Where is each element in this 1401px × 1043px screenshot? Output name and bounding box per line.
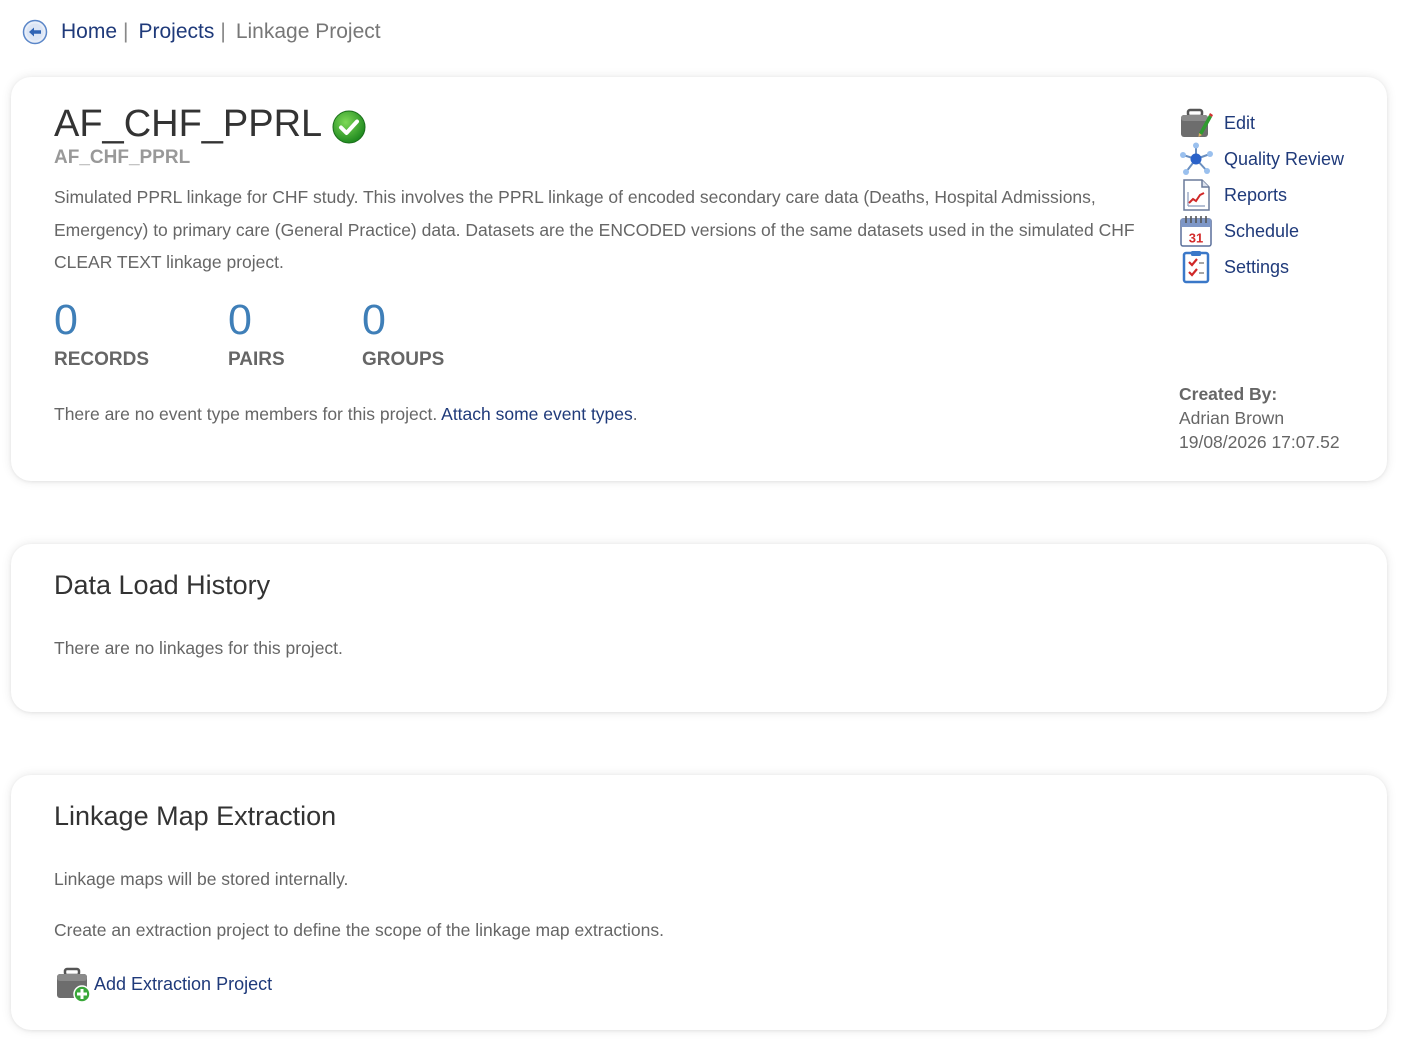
event-types-period: . <box>632 404 638 424</box>
reports-action[interactable]: Reports <box>1179 177 1344 213</box>
project-summary-panel: AF_CHF_PPRL AF_CHF_PPRL Simulated PPRL l… <box>11 77 1387 481</box>
create-extraction-message: Create an extraction project to define t… <box>54 920 664 940</box>
breadcrumb: Home | Projects | Linkage Project <box>22 17 381 47</box>
stat-groups-value: 0 <box>362 296 386 344</box>
breadcrumb-projects-link[interactable]: Projects <box>139 20 215 44</box>
briefcase-edit-icon <box>1181 108 1213 137</box>
stat-records-label: RECORDS <box>54 349 150 370</box>
stat-pairs: 0 PAIRS <box>228 295 362 371</box>
svg-text:31: 31 <box>1189 231 1203 246</box>
stat-records-value: 0 <box>54 296 78 344</box>
settings-action[interactable]: Settings <box>1179 249 1344 285</box>
no-linkages-message: There are no linkages for this project. <box>54 638 343 658</box>
edit-label: Edit <box>1224 112 1256 133</box>
add-extraction-project-label: Add Extraction Project <box>94 973 273 994</box>
briefcase-add-icon <box>57 967 91 1003</box>
checklist-icon <box>1182 251 1210 284</box>
data-load-history-panel: Data Load History There are no linkages … <box>11 544 1387 712</box>
data-load-history-title: Data Load History <box>54 570 271 600</box>
stat-pairs-label: PAIRS <box>228 349 285 370</box>
add-extraction-project-button[interactable]: Add Extraction Project <box>54 965 272 1003</box>
created-by-info: Created By: Adrian Brown 19/08/2026 17:0… <box>1179 382 1340 454</box>
report-chart-icon <box>1183 179 1210 211</box>
schedule-action[interactable]: 31 Schedule <box>1179 213 1344 249</box>
breadcrumb-home-link[interactable]: Home <box>61 20 117 44</box>
stat-pairs-value: 0 <box>228 296 252 344</box>
breadcrumb-separator: | <box>220 20 226 43</box>
check-circle-icon <box>332 110 366 143</box>
network-nodes-icon <box>1180 142 1213 175</box>
project-title: AF_CHF_PPRL <box>54 103 366 146</box>
linkage-map-extraction-title: Linkage Map Extraction <box>54 801 337 831</box>
settings-label: Settings <box>1224 256 1290 277</box>
linkage-map-extraction-panel: Linkage Map Extraction Linkage maps will… <box>11 775 1387 1030</box>
quality-review-action[interactable]: Quality Review <box>1179 141 1344 177</box>
stat-groups-label: GROUPS <box>362 349 445 370</box>
attach-event-types-link[interactable]: Attach some event types <box>441 404 633 424</box>
created-by-name: Adrian Brown <box>1179 408 1285 428</box>
project-description: Simulated PPRL linkage for CHF study. Th… <box>54 187 1135 272</box>
breadcrumb-separator: | <box>123 20 129 43</box>
calendar-icon: 31 <box>1180 216 1212 247</box>
event-types-text: There are no event type members for this… <box>54 404 442 424</box>
reports-label: Reports <box>1224 184 1288 205</box>
event-types-message: There are no event type members for this… <box>54 404 638 425</box>
project-actions-menu: Edit Quality Review Reports 31 Schedule … <box>1179 105 1344 285</box>
created-by-label: Created By: <box>1179 384 1278 404</box>
breadcrumb-current: Linkage Project <box>235 20 381 43</box>
project-title-text: AF_CHF_PPRL <box>54 103 323 145</box>
project-code: AF_CHF_PPRL <box>54 147 191 168</box>
created-timestamp: 19/08/2026 17:07.52 <box>1179 432 1340 452</box>
project-stats: 0 RECORDS 0 PAIRS 0 GROUPS <box>54 295 444 371</box>
edit-action[interactable]: Edit <box>1179 105 1344 141</box>
schedule-label: Schedule <box>1224 220 1300 241</box>
quality-review-label: Quality Review <box>1224 148 1345 169</box>
storage-message: Linkage maps will be stored internally. <box>54 869 349 889</box>
stat-records: 0 RECORDS <box>54 295 228 371</box>
back-arrow-icon[interactable] <box>22 19 48 45</box>
stat-groups: 0 GROUPS <box>362 295 444 371</box>
